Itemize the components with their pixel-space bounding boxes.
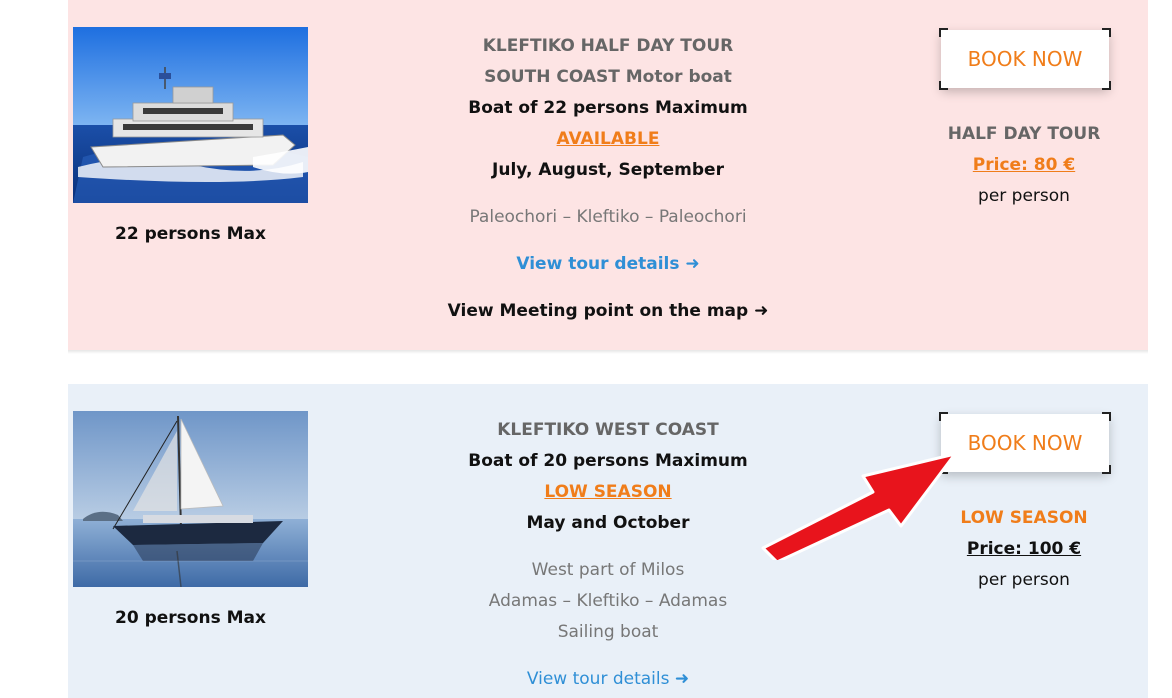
book-now-label: BOOK NOW: [967, 47, 1083, 71]
view-tour-details-link[interactable]: View tour details ➜: [516, 249, 699, 280]
boat-capacity: Boat of 20 persons Maximum: [468, 451, 748, 471]
route-text: Paleochori – Kleftiko – Paleochori: [469, 207, 747, 227]
sailing-boat-image: [73, 411, 308, 587]
availability-status[interactable]: LOW SEASON: [408, 477, 808, 508]
corner-decoration: [1102, 465, 1111, 474]
corner-decoration: [1102, 28, 1111, 37]
capacity-label: 20 persons Max: [115, 608, 266, 628]
tour-info: KLEFTIKO WEST COAST Boat of 20 persons M…: [408, 415, 808, 695]
boat-type: Sailing boat: [557, 622, 659, 642]
season-months: July, August, September: [492, 160, 724, 180]
corner-decoration: [939, 28, 948, 37]
tour-type-label: HALF DAY TOUR: [947, 124, 1101, 144]
corner-decoration: [939, 465, 948, 474]
price-panel: HALF DAY TOUR Price: 80 € per person: [924, 119, 1124, 212]
book-now-label: BOOK NOW: [967, 431, 1083, 455]
route-text: Adamas – Kleftiko – Adamas: [488, 591, 728, 611]
tour-info: KLEFTIKO HALF DAY TOUR SOUTH COAST Motor…: [408, 31, 808, 327]
price-link[interactable]: Price: 80 €: [924, 150, 1124, 181]
motor-boat-photo[interactable]: [73, 27, 308, 203]
view-meeting-point-link[interactable]: View Meeting point on the map ➜: [448, 296, 769, 327]
tour-card-kleftiko-west-coast: 20 persons Max KLEFTIKO WEST COAST Boat …: [68, 384, 1148, 698]
tour-card-kleftiko-half-day: 22 persons Max KLEFTIKO HALF DAY TOUR SO…: [68, 0, 1148, 350]
tour-subtitle: SOUTH COAST Motor boat: [484, 67, 732, 87]
corner-decoration: [939, 81, 948, 90]
route-area: West part of Milos: [531, 560, 685, 580]
sailing-boat-photo[interactable]: [73, 411, 308, 587]
corner-decoration: [939, 412, 948, 421]
book-now-button[interactable]: BOOK NOW: [939, 412, 1111, 474]
price-panel: LOW SEASON Price: 100 € per person: [924, 503, 1124, 596]
season-label: LOW SEASON: [960, 508, 1088, 528]
card-divider: [68, 350, 1148, 354]
corner-decoration: [1102, 412, 1111, 421]
tour-name: KLEFTIKO WEST COAST: [497, 420, 719, 440]
view-tour-details-link[interactable]: View tour details ➜: [527, 664, 689, 695]
per-person-label: per person: [978, 570, 1070, 590]
tour-name: KLEFTIKO HALF DAY TOUR: [482, 36, 734, 56]
season-months: May and October: [526, 513, 690, 533]
motor-boat-image: [73, 27, 308, 203]
price-link[interactable]: Price: 100 €: [924, 534, 1124, 565]
per-person-label: per person: [978, 186, 1070, 206]
availability-status[interactable]: AVAILABLE: [408, 124, 808, 155]
book-now-button[interactable]: BOOK NOW: [939, 28, 1111, 90]
boat-capacity: Boat of 22 persons Maximum: [468, 98, 748, 118]
corner-decoration: [1102, 81, 1111, 90]
capacity-label: 22 persons Max: [115, 224, 266, 244]
